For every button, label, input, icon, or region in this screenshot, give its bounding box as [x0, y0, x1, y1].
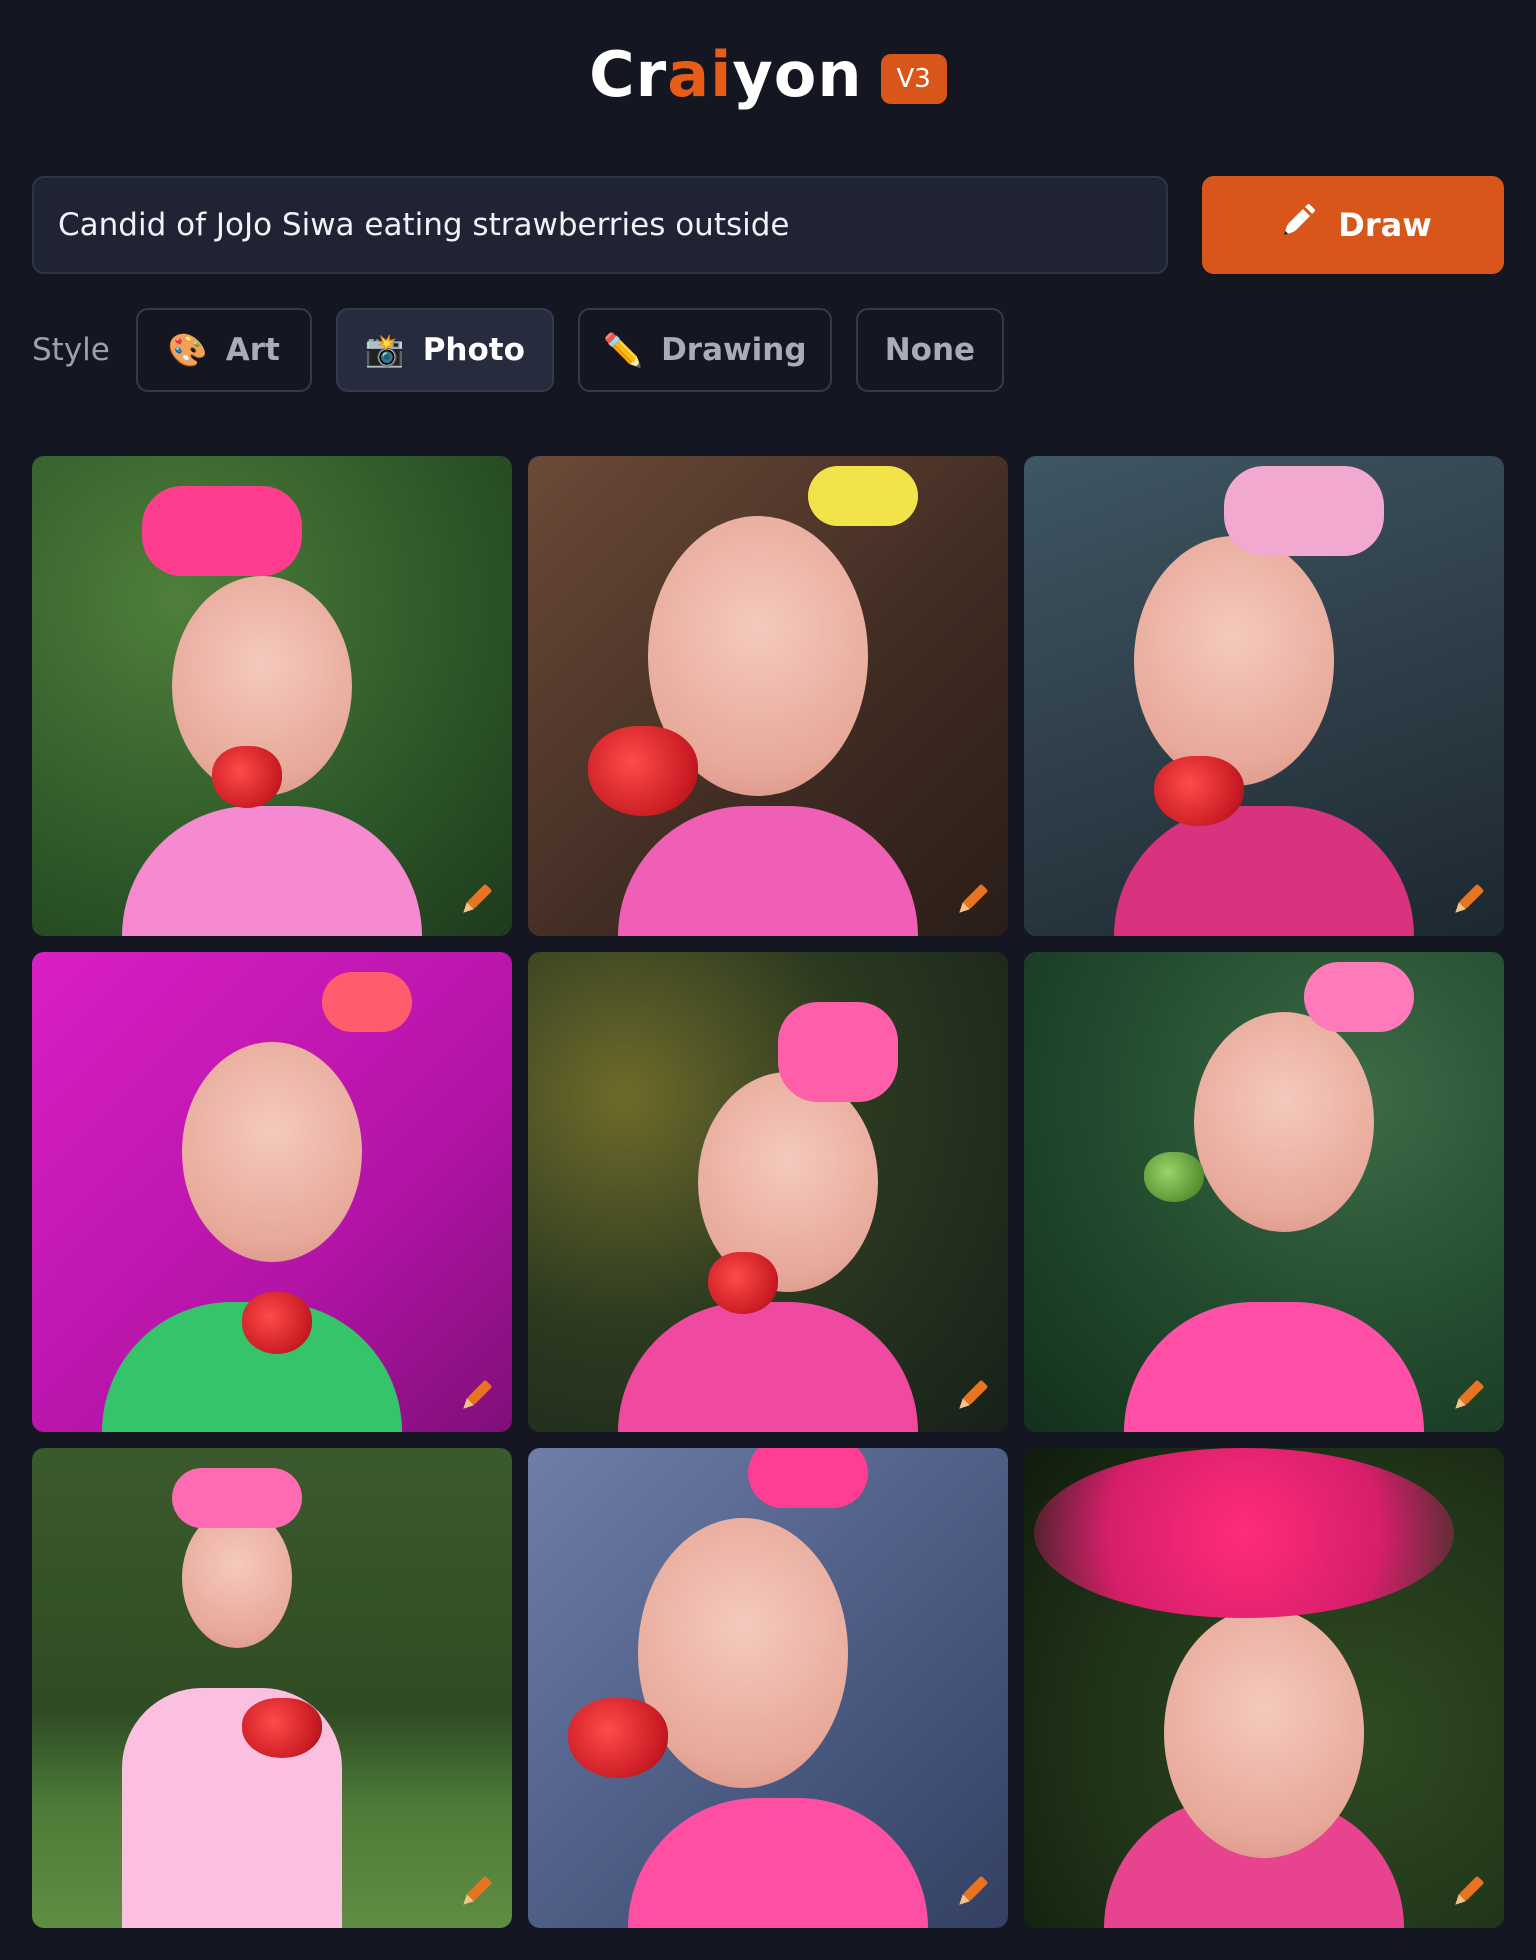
strawberry — [242, 1698, 322, 1758]
style-photo-label: Photo — [422, 332, 525, 368]
figure-bow — [1224, 466, 1384, 556]
generated-image-1[interactable] — [32, 456, 512, 936]
style-selector: Style 🎨 Art 📸 Photo ✏️ Drawing None — [32, 308, 1028, 392]
figure-bow — [1304, 962, 1414, 1032]
figure-bow — [322, 972, 412, 1032]
generated-image-2[interactable] — [528, 456, 1008, 936]
figure-bow — [808, 466, 918, 526]
strawberry — [242, 1292, 312, 1354]
figure-shirt — [1124, 1302, 1424, 1432]
edit-pencil-icon[interactable] — [950, 1374, 994, 1418]
figure-shirt — [628, 1798, 928, 1928]
figure-shirt — [1114, 806, 1414, 936]
strawberry — [568, 1698, 668, 1778]
style-drawing-button[interactable]: ✏️ Drawing — [577, 308, 832, 392]
style-drawing-label: Drawing — [661, 332, 807, 368]
pencil-icon — [1274, 197, 1322, 253]
edit-pencil-icon[interactable] — [454, 1870, 498, 1914]
generated-image-9[interactable] — [1024, 1448, 1504, 1928]
camera-flash-icon: 📸 — [364, 331, 405, 369]
figure-face — [182, 1042, 362, 1262]
edit-pencil-icon[interactable] — [950, 1870, 994, 1914]
style-photo-button[interactable]: 📸 Photo — [335, 308, 554, 392]
app-logo: Craiyon V3 — [0, 38, 1536, 111]
figure-shirt — [122, 806, 422, 936]
figure-bow — [778, 1002, 898, 1102]
logo-text: Craiyon — [589, 38, 863, 111]
figure-hair — [1034, 1448, 1454, 1618]
style-label: Style — [32, 332, 110, 368]
style-none-label: None — [884, 332, 976, 368]
generated-image-5[interactable] — [528, 952, 1008, 1432]
strawberry — [588, 726, 698, 816]
draw-button[interactable]: Draw — [1202, 176, 1504, 274]
style-none-button[interactable]: None — [855, 308, 1004, 392]
strawberry — [708, 1252, 778, 1314]
figure-face — [1194, 1012, 1374, 1232]
style-art-button[interactable]: 🎨 Art — [135, 308, 312, 392]
generated-image-7[interactable] — [32, 1448, 512, 1928]
generated-image-6[interactable] — [1024, 952, 1504, 1432]
strawberry — [212, 746, 282, 808]
image-grid — [32, 456, 1504, 1928]
figure-bow — [142, 486, 302, 576]
food-item — [1144, 1152, 1204, 1202]
edit-pencil-icon[interactable] — [454, 1374, 498, 1418]
pencil-emoji-icon: ✏️ — [603, 331, 644, 369]
figure-face — [638, 1518, 848, 1788]
version-badge: V3 — [880, 53, 947, 104]
figure-face — [182, 1508, 292, 1648]
edit-pencil-icon[interactable] — [1446, 1870, 1490, 1914]
figure-bow — [172, 1468, 302, 1528]
figure-shirt — [618, 1302, 918, 1432]
edit-pencil-icon[interactable] — [950, 878, 994, 922]
figure-face — [1134, 536, 1334, 786]
prompt-input[interactable] — [32, 176, 1168, 274]
draw-button-label: Draw — [1338, 206, 1432, 244]
generated-image-3[interactable] — [1024, 456, 1504, 936]
figure-face — [1164, 1608, 1364, 1858]
style-art-label: Art — [225, 332, 280, 368]
generated-image-8[interactable] — [528, 1448, 1008, 1928]
strawberry — [1154, 756, 1244, 826]
palette-icon: 🎨 — [167, 331, 208, 369]
figure-shirt — [618, 806, 918, 936]
edit-pencil-icon[interactable] — [454, 878, 498, 922]
edit-pencil-icon[interactable] — [1446, 878, 1490, 922]
figure-bow — [748, 1448, 868, 1508]
edit-pencil-icon[interactable] — [1446, 1374, 1490, 1418]
generated-image-4[interactable] — [32, 952, 512, 1432]
